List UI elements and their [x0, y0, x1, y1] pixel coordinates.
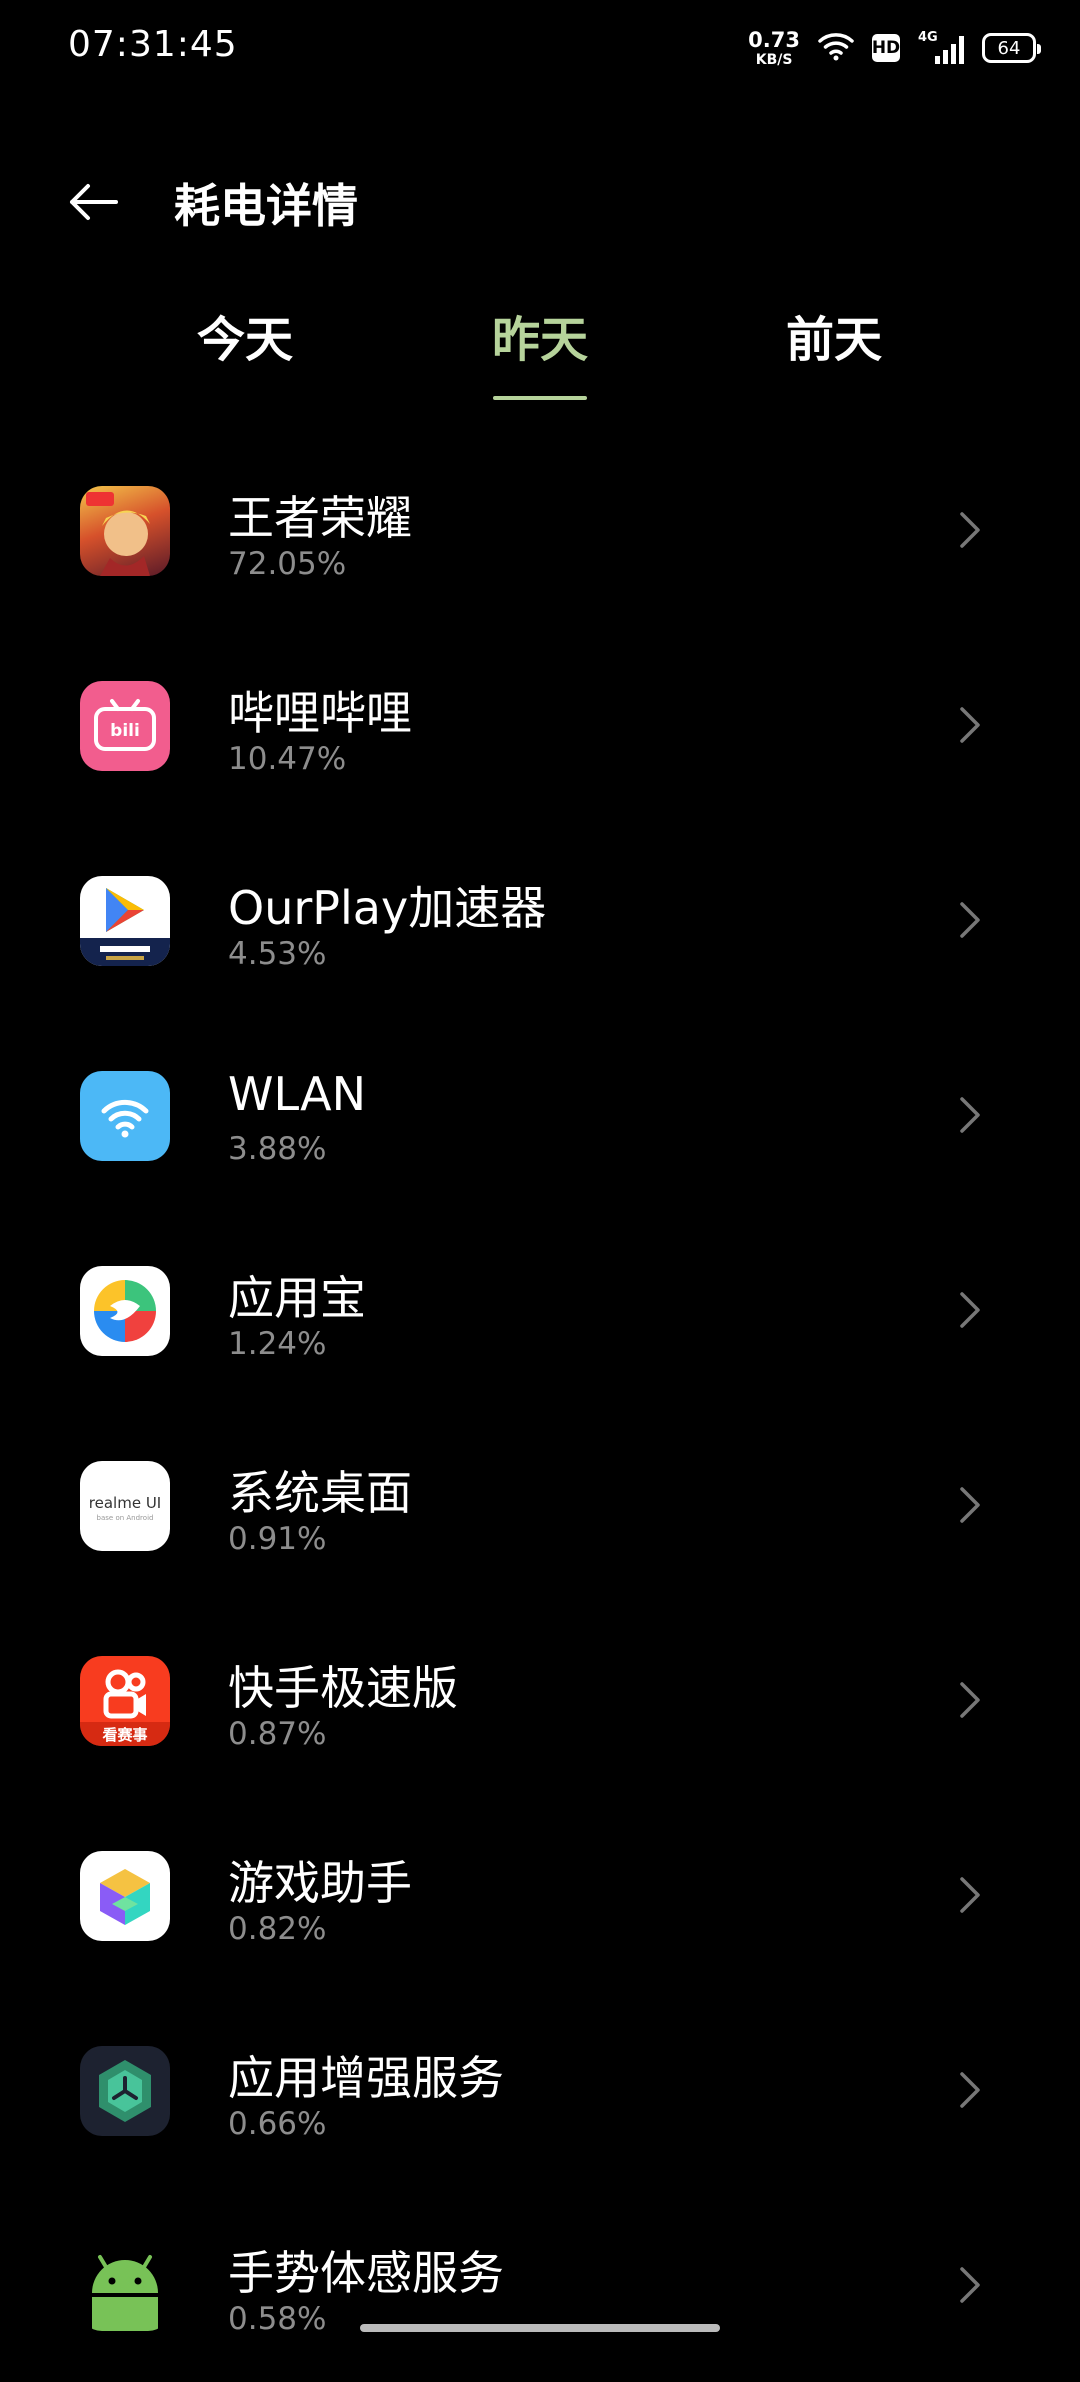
kuaishou-icon-text: 看赛事	[102, 1726, 147, 1744]
realme-ui-icon-text: realme UI	[89, 1494, 161, 1512]
app-enhance-icon	[80, 2046, 170, 2136]
list-item-app[interactable]: 王者荣耀 72.05%	[0, 432, 1080, 627]
app-name: 快手极速版	[228, 1661, 458, 1715]
page-title: 耗电详情	[174, 179, 358, 233]
chevron-right-icon	[956, 703, 984, 747]
app-percent: 0.87%	[228, 1716, 327, 1752]
app-name: WLAN	[228, 1067, 367, 1121]
chevron-right-icon	[956, 898, 984, 942]
status-bar: 07:31:45 0.73 KB/S HD 4G 64	[0, 0, 1080, 96]
app-store-icon	[80, 1266, 170, 1356]
tab-yesterday[interactable]: 昨天	[410, 300, 670, 370]
app-percent: 10.47%	[228, 741, 347, 777]
chevron-right-icon	[956, 508, 984, 552]
list-item-app[interactable]: bili 哔哩哔哩 10.47%	[0, 627, 1080, 822]
arrow-left-icon	[66, 182, 118, 226]
app-percent: 0.58%	[228, 2301, 327, 2337]
bilibili-icon: bili	[80, 681, 170, 771]
net-speed-unit: KB/S	[755, 51, 793, 68]
gesture-home-bar[interactable]	[360, 2324, 720, 2332]
list-item-app[interactable]: 手势体感服务 0.58%	[0, 2187, 1080, 2382]
chevron-right-icon	[956, 1288, 984, 1332]
app-percent: 3.88%	[228, 1131, 327, 1167]
svg-text:bili: bili	[110, 721, 140, 741]
game-assistant-icon	[80, 1851, 170, 1941]
chevron-right-icon	[956, 1093, 984, 1137]
app-name: 应用增强服务	[228, 2051, 504, 2105]
app-percent: 4.53%	[228, 936, 327, 972]
list-item-app[interactable]: 应用增强服务 0.66%	[0, 1992, 1080, 2187]
wifi-icon	[80, 1071, 170, 1161]
android-icon	[80, 2241, 170, 2331]
app-name: 系统桌面	[228, 1466, 412, 1520]
chevron-right-icon	[956, 2263, 984, 2307]
chevron-right-icon	[956, 1678, 984, 1722]
wifi-icon	[818, 31, 854, 65]
chevron-right-icon	[956, 2068, 984, 2112]
app-percent: 0.66%	[228, 2106, 327, 2142]
tab-indicator	[493, 396, 587, 400]
list-item-app[interactable]: realme UI base on Android 系统桌面 0.91%	[0, 1407, 1080, 1602]
app-name: 应用宝	[228, 1271, 366, 1325]
app-percent: 72.05%	[228, 546, 347, 582]
tab-day-before-yesterday[interactable]: 前天	[704, 300, 964, 370]
kuaishou-icon: 看赛事	[80, 1656, 170, 1746]
game-hero-icon	[80, 486, 170, 576]
battery-icon: 64	[982, 33, 1041, 63]
app-name: OurPlay加速器	[228, 881, 547, 935]
app-percent: 0.91%	[228, 1521, 327, 1557]
ourplay-icon	[80, 876, 170, 966]
realme-ui-icon-subtext: base on Android	[97, 1514, 154, 1522]
cellular-signal-icon: 4G	[918, 30, 964, 64]
tab-today[interactable]: 今天	[115, 300, 375, 370]
list-item-app[interactable]: 应用宝 1.24%	[0, 1212, 1080, 1407]
chevron-right-icon	[956, 1873, 984, 1917]
app-name: 手势体感服务	[228, 2246, 504, 2300]
app-usage-list: 王者荣耀 72.05% bili 哔哩哔哩 10.47% OurPlay加速器 …	[0, 432, 1080, 2382]
list-item-app[interactable]: OurPlay加速器 4.53%	[0, 822, 1080, 1017]
app-percent: 0.82%	[228, 1911, 327, 1947]
back-button[interactable]	[62, 174, 122, 234]
net-speed-value: 0.73	[748, 27, 800, 52]
app-name: 哔哩哔哩	[228, 686, 412, 740]
list-item-app[interactable]: WLAN 3.88%	[0, 1017, 1080, 1212]
list-item-app[interactable]: 看赛事 快手极速版 0.87%	[0, 1602, 1080, 1797]
hd-voice-icon: HD	[872, 34, 900, 62]
status-time: 07:31:45	[68, 24, 238, 65]
app-percent: 1.24%	[228, 1326, 327, 1362]
realme-ui-icon: realme UI base on Android	[80, 1461, 170, 1551]
chevron-right-icon	[956, 1483, 984, 1527]
day-tabs: 今天 昨天 前天	[0, 300, 1080, 410]
list-item-app[interactable]: 游戏助手 0.82%	[0, 1797, 1080, 1992]
net-speed: 0.73 KB/S	[748, 27, 800, 68]
app-name: 王者荣耀	[228, 491, 412, 545]
app-name: 游戏助手	[228, 1856, 412, 1910]
status-icons: 0.73 KB/S HD 4G 64	[748, 26, 1041, 70]
